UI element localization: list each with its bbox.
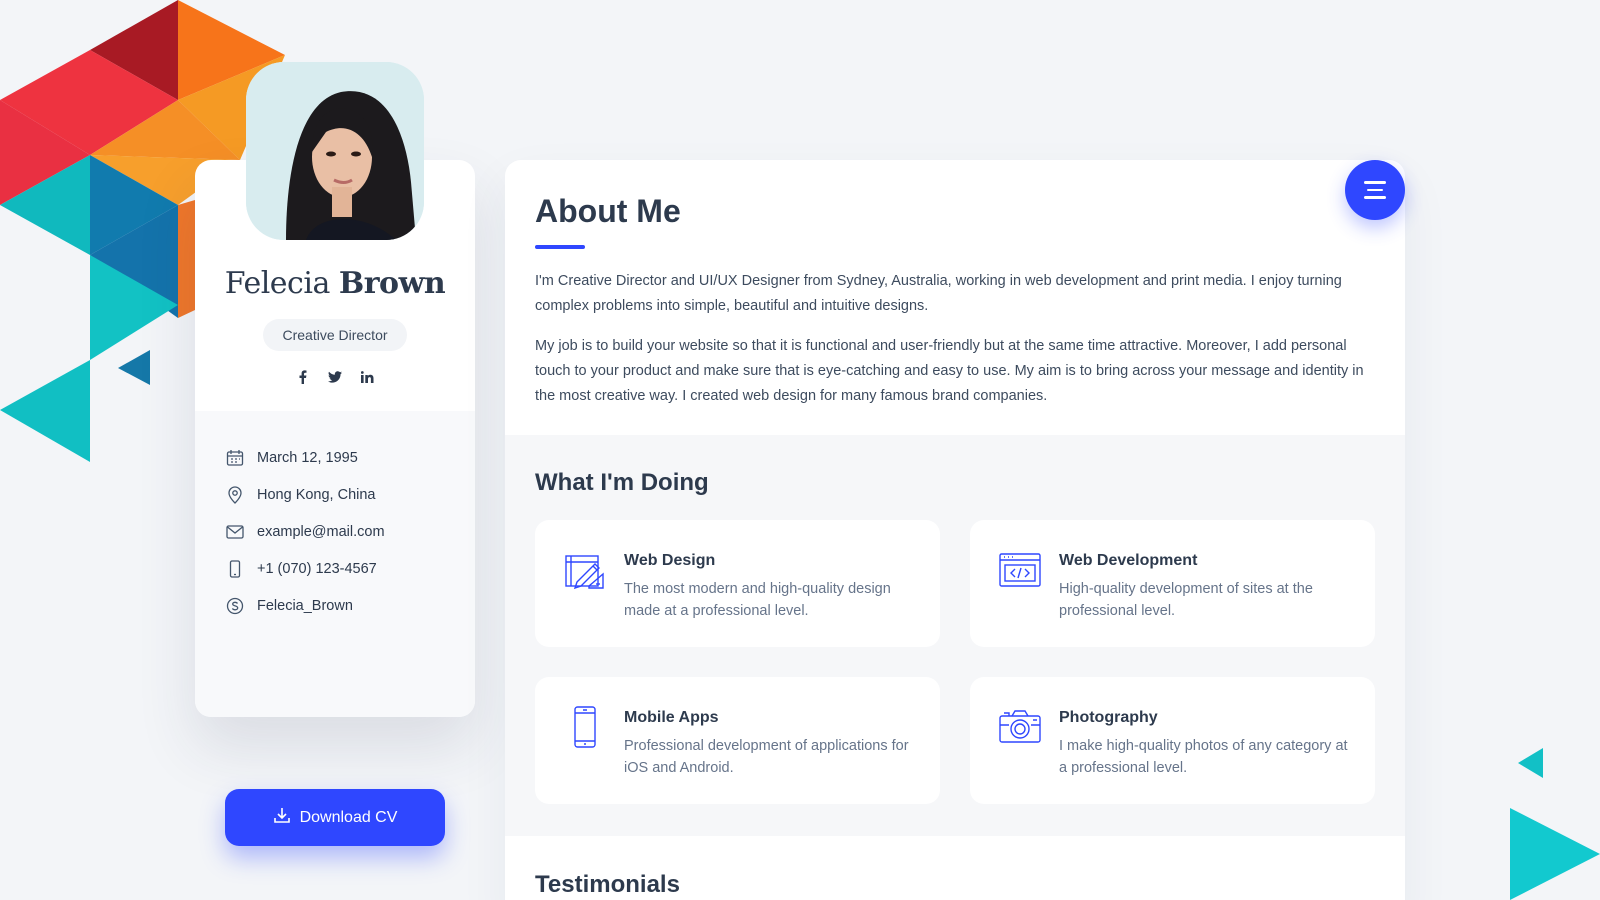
code-icon bbox=[998, 548, 1042, 592]
download-icon bbox=[273, 806, 291, 829]
services-title: What I'm Doing bbox=[535, 469, 709, 496]
service-card-web-design: Web Design The most modern and high-qual… bbox=[535, 520, 940, 647]
contact-info-list: March 12, 1995 Hong Kong, China example@… bbox=[195, 411, 475, 624]
menu-icon-line bbox=[1364, 196, 1386, 199]
service-card-web-development: Web Development High-quality development… bbox=[970, 520, 1375, 647]
info-item-location: Hong Kong, China bbox=[225, 476, 475, 513]
about-title: About Me bbox=[535, 193, 681, 229]
info-item-email: example@mail.com bbox=[225, 513, 475, 550]
design-icon bbox=[563, 548, 607, 592]
mail-icon bbox=[225, 522, 245, 542]
info-item-phone: +1 (070) 123-4567 bbox=[225, 550, 475, 587]
profile-role: Creative Director bbox=[263, 319, 407, 351]
about-paragraph: My job is to build your website so that … bbox=[535, 338, 1364, 404]
social-links bbox=[195, 370, 475, 384]
profile-name: Felecia Brown bbox=[224, 266, 446, 301]
profile-card: Felecia Brown Creative Director March 12… bbox=[195, 62, 475, 846]
testimonials-section: Testimonials bbox=[505, 836, 1405, 899]
calendar-icon bbox=[225, 448, 245, 468]
title-underline bbox=[535, 245, 585, 249]
profile-header: Felecia Brown Creative Director bbox=[195, 62, 475, 411]
linkedin-icon[interactable] bbox=[360, 370, 374, 384]
profile-details: March 12, 1995 Hong Kong, China example@… bbox=[195, 411, 475, 846]
testimonials-title: Testimonials bbox=[535, 871, 680, 898]
location-icon bbox=[225, 485, 245, 505]
download-cv-button[interactable]: Download CV bbox=[225, 789, 445, 846]
avatar bbox=[246, 62, 424, 240]
twitter-icon[interactable] bbox=[328, 370, 342, 384]
menu-icon-line bbox=[1367, 188, 1383, 192]
about-paragraph: I'm Creative Director and UI/UX Designer… bbox=[535, 273, 1342, 314]
info-item-skype: Felecia_Brown bbox=[225, 587, 475, 624]
about-section: About Me I'm Creative Director and UI/UX… bbox=[505, 160, 1405, 435]
service-card-photography: Photography I make high-quality photos o… bbox=[970, 677, 1375, 804]
camera-icon bbox=[998, 705, 1042, 749]
services-section: What I'm Doing Web Design The most moder… bbox=[505, 435, 1405, 836]
menu-icon-line bbox=[1364, 181, 1386, 184]
services-grid: Web Design The most modern and high-qual… bbox=[535, 520, 1375, 804]
mobile-icon bbox=[563, 705, 607, 749]
service-card-mobile-apps: Mobile Apps Professional development of … bbox=[535, 677, 940, 804]
main-content: About Me I'm Creative Director and UI/UX… bbox=[505, 160, 1405, 900]
phone-icon bbox=[225, 559, 245, 579]
skype-icon bbox=[225, 596, 245, 616]
facebook-icon[interactable] bbox=[296, 370, 310, 384]
menu-button[interactable] bbox=[1345, 160, 1405, 220]
info-item-birthday: March 12, 1995 bbox=[225, 439, 475, 476]
